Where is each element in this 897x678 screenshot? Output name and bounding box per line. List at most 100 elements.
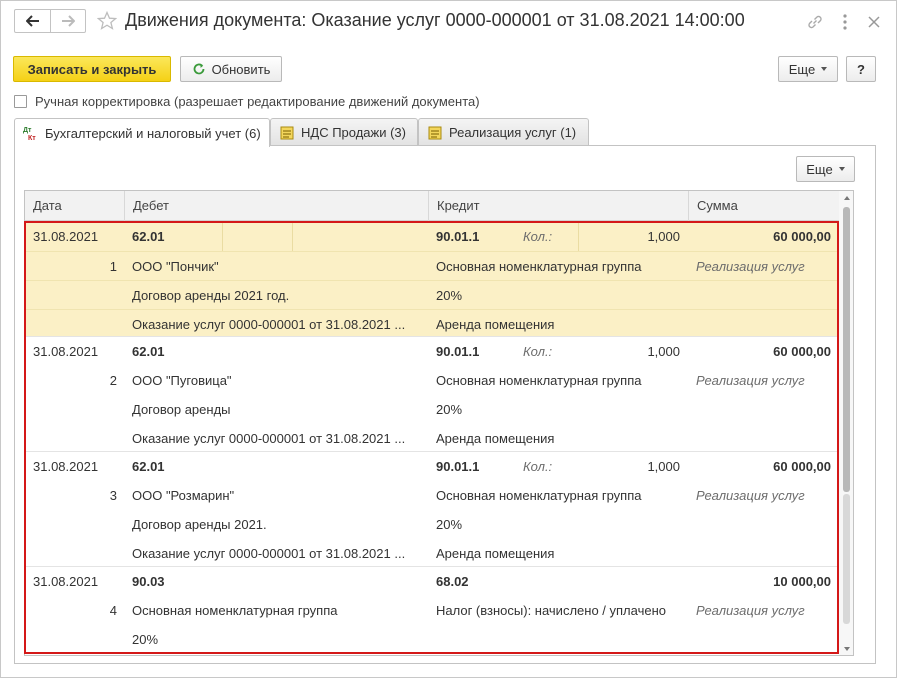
debit-subconto-3: Оказание услуг 0000-000001 от 31.08.2021… [132,317,406,332]
credit-account-cell: 90.01.1 [436,344,480,359]
movements-table[interactable]: Дата Дебет Кредит Сумма 31.08.2021 62.01… [24,190,854,656]
cell-separator [292,222,293,251]
content-cell: Реализация услуг [696,373,805,388]
debit-subconto-1: ООО "Пуговица" [132,373,232,388]
column-date[interactable]: Дата [25,191,124,221]
arrow-right-icon [62,15,75,27]
tab-label: Бухгалтерский и налоговый учет (6) [45,125,261,141]
debit-subconto-3 [132,654,422,655]
qty-label: Кол.: [523,229,553,244]
record-line: 31.08.2021 62.01 90.01.1 Кол.: 1,000 60 … [25,452,839,481]
debit-subconto-1: ООО "Пончик" [132,259,219,274]
credit-subconto-2 [436,625,686,654]
sum-cell: 60 000,00 [773,344,831,359]
chevron-down-icon [838,167,845,171]
refresh-button[interactable]: Обновить [180,56,282,82]
tab-label: Реализация услуг (1) [449,125,577,140]
table-row[interactable]: 31.08.2021 62.01 90.01.1 Кол.: 1,000 60 … [25,452,839,567]
credit-subconto-2: 20% [436,288,463,303]
tab-vat-sales[interactable]: НДС Продажи (3) [270,118,418,146]
svg-text:Кт: Кт [28,135,36,141]
forward-button[interactable] [50,10,85,32]
more-vertical-icon[interactable] [838,13,852,31]
qty-cell: 1,000 [647,344,680,359]
debit-subconto-2: Договор аренды 2021 год. [132,288,290,303]
debit-subconto-1: ООО "Розмарин" [132,488,235,503]
debit-account-cell: 62.01 [132,459,165,474]
panel-more-button[interactable]: Еще [796,156,855,182]
record-line: 4 Основная номенклатурная группа Налог (… [25,596,839,625]
row-number: 3 [109,488,117,503]
record-line: Оказание услуг 0000-000001 от 31.08.2021… [25,424,839,453]
debit-subconto-3: Оказание услуг 0000-000001 от 31.08.2021… [132,431,406,446]
close-icon[interactable] [867,13,881,31]
column-sum[interactable]: Сумма [688,191,853,221]
record-line: 31.08.2021 62.01 90.01.1 Кол.: 1,000 60 … [25,222,839,251]
scrollbar[interactable] [839,191,853,655]
table-row[interactable]: 31.08.2021 90.03 68.02 10 000,00 4 Основ… [25,567,839,655]
table-row[interactable]: 31.08.2021 62.01 90.01.1 Кол.: 1,000 60 … [25,337,839,452]
row-number: 4 [109,603,117,618]
column-credit[interactable]: Кредит [428,191,688,221]
more-menu-button[interactable]: Еще [778,56,838,82]
qty-label: Кол.: [523,344,553,359]
register-icon [427,125,443,141]
record-line: Договор аренды 2021 год. 20% [25,280,839,309]
debit-subconto-2: Договор аренды 2021. [132,517,267,532]
credit-subconto-2: 20% [436,402,463,417]
content-cell: Реализация услуг [696,603,805,618]
debit-subconto-2: Договор аренды [132,402,231,417]
accounting-icon: Дт Кт [23,125,39,142]
record-line: Оказание услуг 0000-000001 от 31.08.2021… [25,539,839,568]
scroll-thumb[interactable] [843,207,850,492]
credit-subconto-3 [436,654,686,655]
manual-correction-label[interactable]: Ручная корректировка (разрешает редактир… [35,94,480,109]
credit-subconto-1: Основная номенклатурная группа [436,259,642,274]
chevron-down-icon [821,67,828,71]
register-icon [279,125,295,141]
credit-account-cell: 90.01.1 [436,459,480,474]
scroll-up-icon[interactable] [844,196,850,200]
back-button[interactable] [15,10,50,32]
scroll-track-lower [843,494,850,624]
save-and-close-button[interactable]: Записать и закрыть [13,56,171,82]
scroll-down-icon[interactable] [844,647,850,651]
debit-account-cell: 62.01 [132,229,165,244]
table-body: 31.08.2021 62.01 90.01.1 Кол.: 1,000 60 … [25,222,839,655]
tab-services-sales[interactable]: Реализация услуг (1) [418,118,589,146]
tab-label: НДС Продажи (3) [301,125,406,140]
date-cell: 31.08.2021 [33,459,99,474]
record-line: 3 ООО "Розмарин" Основная номенклатурная… [25,481,839,510]
help-button[interactable]: ? [846,56,876,82]
debit-account-cell: 90.03 [132,574,165,589]
record-line: 31.08.2021 62.01 90.01.1 Кол.: 1,000 60 … [25,337,839,366]
refresh-label: Обновить [211,61,271,77]
tab-accounting[interactable]: Дт Кт Бухгалтерский и налоговый учет (6) [14,118,270,147]
qty-cell [581,567,680,596]
credit-subconto-1: Основная номенклатурная группа [436,488,642,503]
content-cell: Реализация услуг [696,259,805,274]
sum-cell: 60 000,00 [773,229,831,244]
date-cell: 31.08.2021 [33,229,99,244]
link-icon[interactable] [806,13,824,31]
record-line: Договор аренды 2021. 20% [25,510,839,539]
cell-separator [222,222,223,251]
debit-subconto-2: 20% [132,632,159,647]
record-line: Оказание услуг 0000-000001 от 31.08.2021… [25,309,839,338]
qty-cell: 1,000 [647,229,680,244]
star-icon[interactable] [97,11,117,31]
credit-subconto-1: Налог (взносы): начислено / уплачено [436,603,666,618]
qty-cell: 1,000 [647,459,680,474]
sum-cell: 10 000,00 [773,574,831,589]
credit-subconto-3: Аренда помещения [436,317,555,332]
row-number: 2 [109,373,117,388]
debit-subconto-3: Оказание услуг 0000-000001 от 31.08.2021… [132,546,406,561]
content-cell: Реализация услуг [696,488,805,503]
refresh-icon [193,63,204,75]
manual-correction-checkbox[interactable] [14,94,27,108]
row-number: 1 [109,259,117,274]
cell-separator [578,222,579,251]
column-debit[interactable]: Дебет [124,191,428,221]
record-line: 1 ООО "Пончик" Основная номенклатурная г… [25,251,839,280]
table-row[interactable]: 31.08.2021 62.01 90.01.1 Кол.: 1,000 60 … [25,222,839,337]
